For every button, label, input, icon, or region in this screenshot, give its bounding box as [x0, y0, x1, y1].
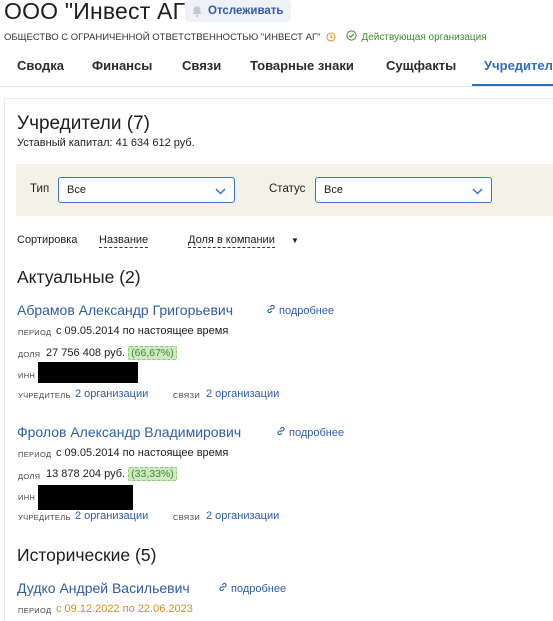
founders-title: Учредители (7) [17, 113, 151, 134]
redacted-inn [38, 485, 133, 510]
founder-name-link[interactable]: Абрамов Александр Григорьевич [17, 302, 233, 318]
actual-section-title: Актуальные (2) [17, 267, 141, 287]
sort-label: Сортировка [17, 234, 78, 246]
status-text: Действующая организация [361, 31, 487, 43]
type-filter-label: Тип [30, 183, 50, 195]
status-select-value: Все [324, 184, 343, 196]
sort-by-name-link[interactable]: Название [99, 234, 149, 248]
sort-by-share-link[interactable]: Доля в компании [188, 234, 275, 248]
more-link-label: подробнее [231, 582, 287, 595]
tab-bar: Сводка Финансы Связи Товарные знаки Сущф… [0, 50, 553, 87]
filter-panel: Тип Все Статус Все [16, 164, 553, 216]
founder-orgs-link[interactable]: 2 организации [75, 510, 148, 522]
company-full-name: ОБЩЕСТВО С ОГРАНИЧЕННОЙ ОТВЕТСТВЕННОСТЬЮ… [4, 31, 321, 43]
more-link[interactable]: подробнее [266, 304, 334, 317]
period-value: с 09.05.2014 по настоящее время [56, 325, 229, 337]
period-label: период [18, 606, 52, 615]
share-percent-badge: (66,67%) [128, 346, 177, 360]
more-link[interactable]: подробнее [218, 582, 286, 595]
historical-section-title: Исторические (5) [17, 545, 157, 565]
more-link[interactable]: подробнее [276, 426, 344, 439]
company-subline: ОБЩЕСТВО С ОГРАНИЧЕННОЙ ОТВЕТСТВЕННОСТЬЮ… [4, 30, 487, 44]
founder-name-link[interactable]: Фролов Александр Владимирович [17, 424, 241, 440]
link-chain-icon [276, 426, 286, 439]
period-value: с 09.05.2014 по настоящее время [56, 447, 229, 459]
links-orgs-link[interactable]: 2 организации [206, 510, 279, 522]
redacted-inn [38, 362, 138, 383]
share-percent-badge: (33,33%) [128, 467, 177, 481]
period-label: период [18, 450, 52, 459]
check-circle-icon [346, 30, 358, 44]
company-header: ООО "Инвест АГ" Отслеживать ОБЩЕСТВО С О… [0, 0, 553, 110]
share-amount: 13 878 204 руб. [46, 468, 126, 480]
clock-icon [326, 32, 337, 42]
track-button[interactable]: Отслеживать [185, 0, 292, 22]
inn-label: инн [18, 493, 36, 502]
bell-icon [191, 5, 203, 18]
share-amount: 27 756 408 руб. [46, 347, 126, 359]
authorized-capital: Уставный капитал: 41 634 612 руб. [17, 137, 195, 149]
link-chain-icon [218, 582, 228, 595]
founder-name-link[interactable]: Дудко Андрей Васильевич [17, 580, 190, 596]
links-label: связи [173, 513, 201, 522]
period-value: с 09.12.2022 по 22.06.2023 [56, 603, 193, 615]
share-label: доля [18, 472, 41, 481]
tab-trademarks[interactable]: Товарные знаки [250, 58, 354, 73]
share-label: доля [18, 350, 41, 359]
tab-links[interactable]: Связи [182, 58, 221, 73]
founder-orgs-label: учредитель [18, 391, 71, 400]
chevron-down-icon [215, 186, 226, 198]
share-value: 13 878 204 руб. (33,33%) [46, 467, 177, 481]
tab-founders[interactable]: Учредител [484, 58, 553, 73]
links-orgs-link[interactable]: 2 организации [206, 388, 279, 400]
status-badge: Действующая организация [346, 30, 487, 44]
sort-descending-icon: ▼ [291, 236, 299, 245]
share-value: 27 756 408 руб. (66,67%) [46, 346, 177, 360]
tab-summary[interactable]: Сводка [17, 58, 64, 73]
active-tab-indicator [472, 84, 553, 86]
period-label: период [18, 328, 52, 337]
links-label: связи [173, 391, 201, 400]
more-link-label: подробнее [279, 304, 335, 317]
founder-orgs-label: учредитель [18, 513, 71, 522]
tab-finance[interactable]: Финансы [92, 58, 152, 73]
founder-orgs-link[interactable]: 2 организации [75, 388, 148, 400]
status-select[interactable]: Все [315, 177, 492, 203]
chevron-down-icon [472, 186, 483, 198]
type-select-value: Все [67, 184, 86, 196]
more-link-label: подробнее [289, 426, 345, 439]
status-filter-label: Статус [269, 183, 306, 195]
track-button-label: Отслеживать [208, 5, 284, 17]
type-select[interactable]: Все [58, 177, 235, 203]
link-chain-icon [266, 304, 276, 317]
company-title: ООО "Инвест АГ" [4, 0, 194, 24]
inn-label: инн [18, 371, 36, 380]
tab-material-facts[interactable]: Сущфакты [386, 58, 456, 73]
